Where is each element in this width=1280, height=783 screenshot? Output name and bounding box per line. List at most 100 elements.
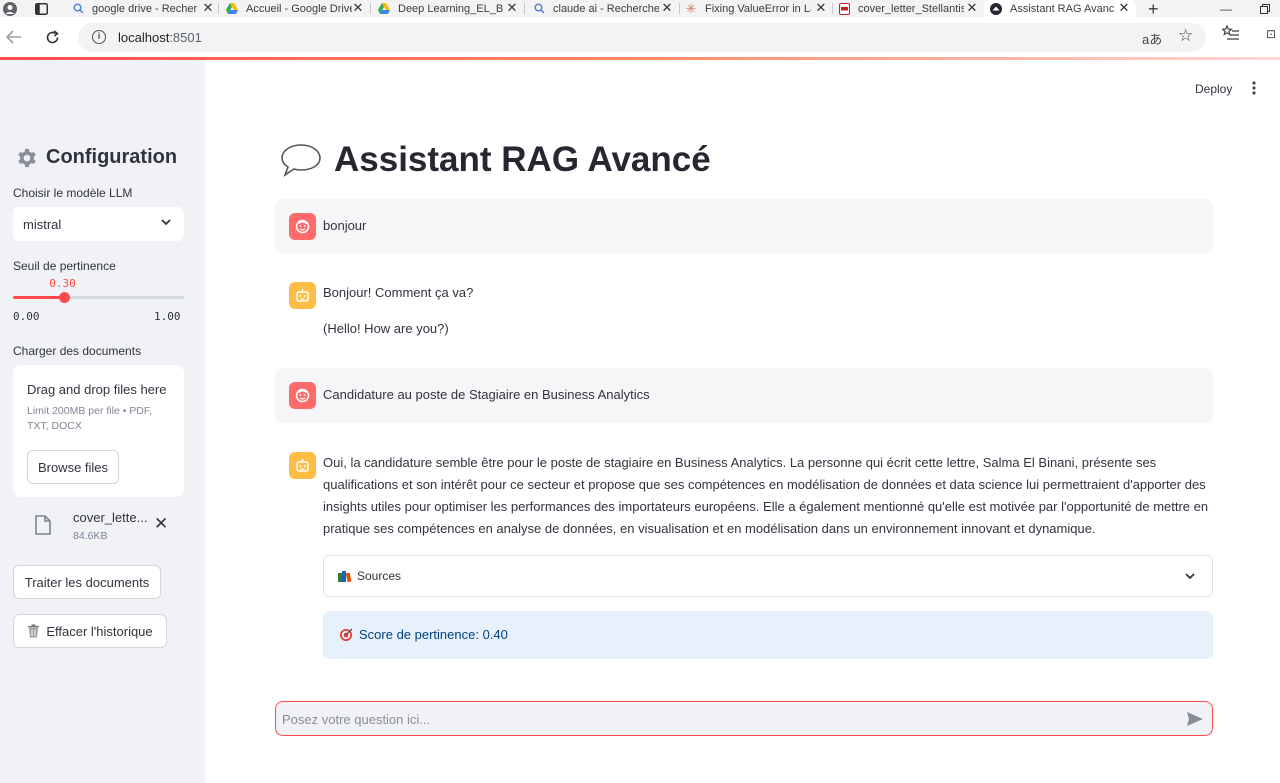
more-options-icon[interactable]: [1251, 80, 1257, 96]
message-text: Oui, la candidature semble être pour le …: [323, 455, 1209, 536]
chat-input-container: [275, 701, 1213, 736]
browse-files-button[interactable]: Browse files: [27, 450, 119, 484]
close-tab-icon[interactable]: ✕: [506, 0, 518, 16]
tab-actions-icon[interactable]: [32, 0, 50, 17]
file-size: 84.6KB: [73, 530, 108, 542]
file-dropzone[interactable]: Drag and drop files here Limit 200MB per…: [13, 365, 184, 497]
sources-label: Sources: [338, 569, 401, 583]
sidebar-title: Configuration: [16, 146, 177, 169]
gear-icon: [18, 148, 36, 167]
restore-icon[interactable]: [1260, 0, 1272, 17]
relevance-score-alert: Score de pertinence: 0.40: [323, 611, 1213, 659]
browser-tab[interactable]: cover_letter_Stellantis ✕: [838, 0, 978, 17]
threshold-value: 0.30: [49, 277, 76, 290]
claude-icon: ✳: [685, 0, 697, 16]
threshold-slider[interactable]: [13, 292, 184, 303]
tab-label: Assistant RAG Avancé: [1010, 2, 1114, 15]
sidebar-title-text: Configuration: [46, 146, 178, 168]
process-documents-button[interactable]: Traiter les documents: [13, 565, 161, 599]
speech-bubble-icon: [281, 144, 321, 177]
uploader-label: Charger des documents: [13, 344, 142, 358]
browser-tab[interactable]: Deep Learning_EL_BIN ✕: [378, 0, 518, 17]
page-title: Assistant RAG Avancé: [280, 140, 711, 180]
browser-toolbar-overflow[interactable]: ⊡: [1266, 27, 1276, 41]
browser-tab-active[interactable]: Assistant RAG Avancé ✕: [984, 0, 1136, 17]
google-drive-icon: [378, 3, 390, 15]
slider-max-label: 1.00: [154, 310, 181, 323]
threshold-label: Seuil de pertinence: [13, 259, 116, 273]
close-tab-icon[interactable]: ✕: [202, 0, 214, 16]
back-icon[interactable]: [4, 27, 24, 47]
google-drive-icon: [226, 3, 238, 15]
browser-tab[interactable]: claude ai - Recherche ✕: [533, 0, 673, 17]
score-label: Score de pertinence: 0.40: [339, 627, 508, 642]
tab-label: Accueil - Google Drive: [246, 2, 352, 15]
tab-label: google drive - Recher: [92, 2, 198, 15]
dropzone-text: Drag and drop files here: [27, 382, 167, 397]
pdf-icon: [838, 2, 850, 15]
model-select-value: mistral: [23, 216, 62, 232]
model-select[interactable]: mistral: [13, 207, 184, 241]
search-icon: [72, 3, 84, 15]
page-title-text: Assistant RAG Avancé: [334, 140, 711, 179]
streamlit-icon: [990, 2, 1002, 15]
slider-thumb[interactable]: [59, 292, 71, 303]
read-aloud-icon[interactable]: aあ: [1142, 29, 1162, 48]
address-bar: i localhost:8501 aあ ☆ ⊡: [0, 17, 1280, 57]
tab-label: claude ai - Recherche: [553, 2, 659, 15]
slider-min-label: 0.00: [13, 310, 40, 323]
message-text: bonjour: [323, 218, 367, 233]
slider-fill: [13, 296, 65, 299]
sidebar: Configuration Choisir le modèle LLM mist…: [0, 60, 205, 783]
chevron-down-icon: [161, 219, 171, 226]
tab-label: cover_letter_Stellantis: [858, 2, 964, 15]
url-text[interactable]: localhost:8501: [118, 30, 202, 45]
browser-tab[interactable]: google drive - Recher ✕: [72, 0, 214, 17]
browser-tab-bar: google drive - Recher ✕ Accueil - Google…: [0, 0, 1280, 18]
favorite-star-icon[interactable]: ☆: [1178, 26, 1193, 46]
books-icon: [338, 570, 352, 582]
chat-input[interactable]: [282, 708, 1162, 730]
chevron-down-icon: [1185, 573, 1195, 580]
chat-message-user: bonjour: [275, 199, 1213, 254]
tab-label: Deep Learning_EL_BIN: [398, 2, 504, 15]
close-tab-icon[interactable]: ✕: [1118, 0, 1130, 16]
model-select-label: Choisir le modèle LLM: [13, 186, 133, 200]
clear-history-button[interactable]: Effacer l'historique: [13, 614, 167, 648]
user-avatar-icon: [289, 213, 316, 240]
message-text: Bonjour! Comment ça va?: [323, 285, 474, 300]
search-icon: [533, 3, 545, 15]
close-tab-icon[interactable]: ✕: [815, 0, 827, 16]
assistant-avatar-icon: [289, 282, 316, 309]
send-icon[interactable]: [1186, 711, 1204, 727]
minimize-icon[interactable]: —: [1220, 0, 1232, 17]
tab-label: Fixing ValueError in La: [705, 2, 811, 15]
chat-message-user: Candidature au poste de Stagiaire en Bus…: [275, 368, 1213, 423]
trash-icon: [28, 624, 40, 638]
profile-icon[interactable]: [2, 0, 18, 17]
site-info-icon[interactable]: i: [92, 30, 106, 44]
new-tab-button[interactable]: +: [1148, 0, 1166, 18]
favorites-bar-icon[interactable]: [1221, 24, 1240, 44]
clear-history-label: Effacer l'historique: [46, 623, 153, 639]
message-text: Candidature au poste de Stagiaire en Bus…: [323, 387, 650, 402]
main-content: Deploy Assistant RAG Avancé bonjour Bonj…: [205, 60, 1280, 783]
close-tab-icon[interactable]: ✕: [352, 0, 364, 16]
user-avatar-icon: [289, 382, 316, 409]
deploy-button[interactable]: Deploy: [1195, 82, 1232, 96]
file-name: cover_lette...: [73, 510, 148, 525]
reload-icon[interactable]: [42, 27, 62, 47]
assistant-avatar-icon: [289, 452, 316, 479]
close-tab-icon[interactable]: ✕: [661, 0, 673, 16]
url-field[interactable]: i localhost:8501 aあ ☆: [78, 23, 1206, 52]
close-tab-icon[interactable]: ✕: [966, 0, 978, 16]
target-icon: [340, 628, 353, 641]
sources-expander[interactable]: Sources: [323, 555, 1213, 597]
dropzone-limit: Limit 200MB per file • PDF, TXT, DOCX: [27, 405, 153, 432]
file-icon: [35, 515, 51, 535]
chat-message-assistant: Bonjour! Comment ça va? (Hello! How are …: [275, 267, 1213, 347]
browser-tab[interactable]: ✳ Fixing ValueError in La ✕: [685, 0, 827, 17]
browser-tab[interactable]: Accueil - Google Drive ✕: [226, 0, 364, 17]
close-icon[interactable]: ✕: [154, 515, 168, 532]
message-text: (Hello! How are you?): [323, 321, 449, 336]
